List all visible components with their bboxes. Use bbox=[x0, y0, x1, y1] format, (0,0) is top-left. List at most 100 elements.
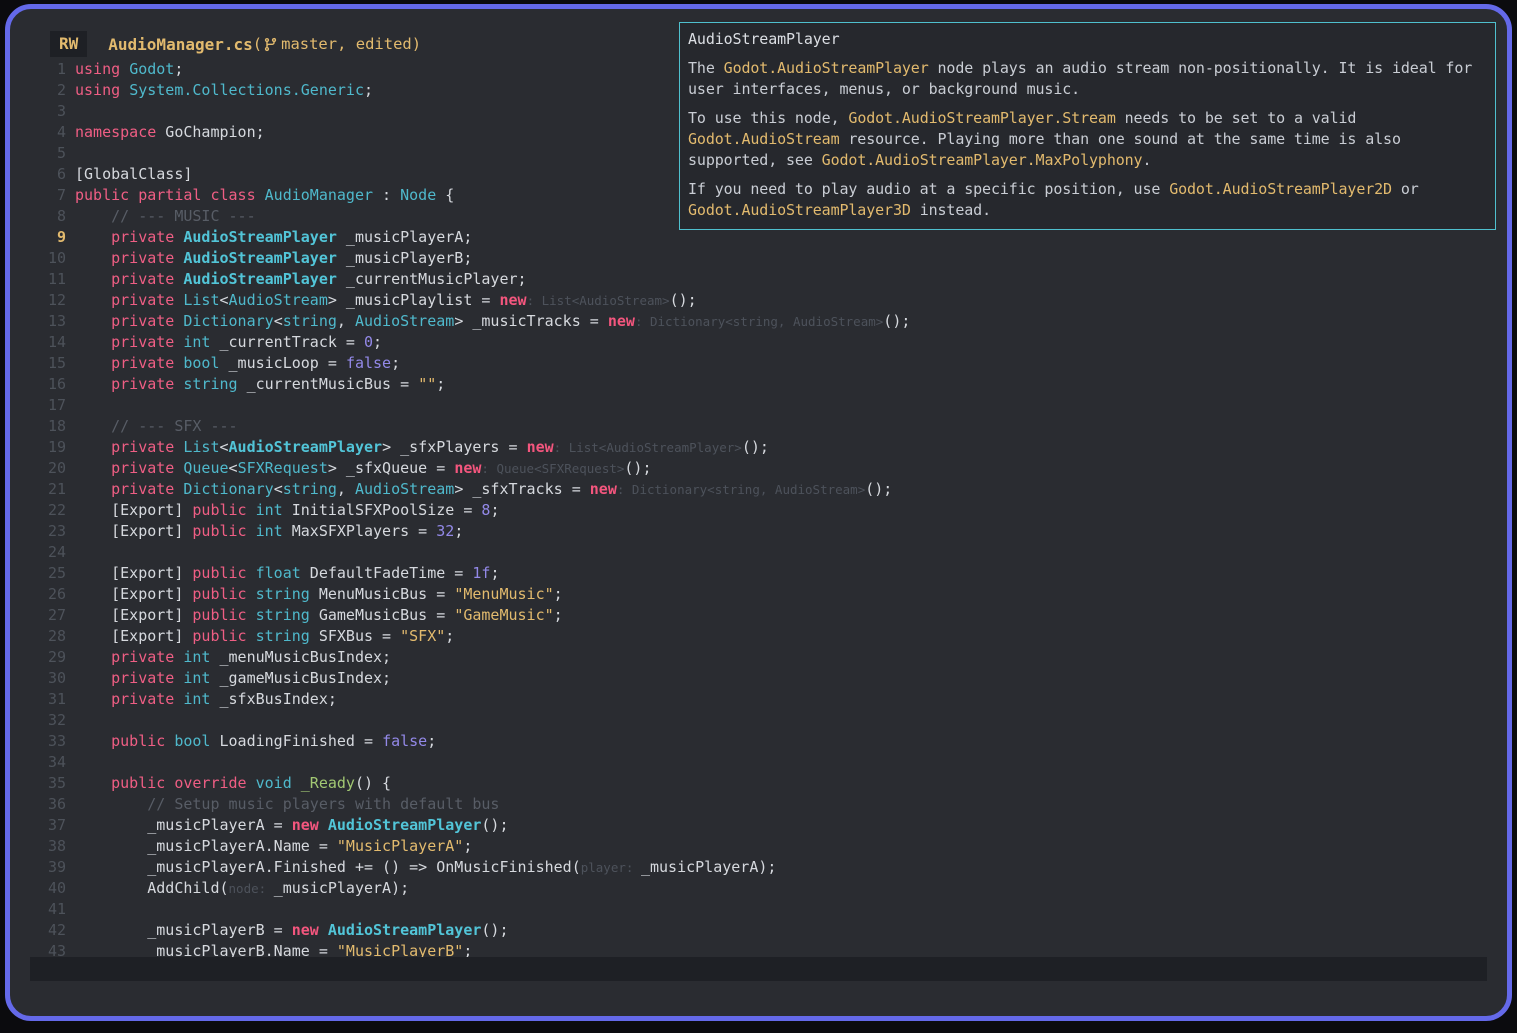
token-ty: List bbox=[183, 438, 220, 456]
modeline[interactable]: -:--- AudioManager.cs Top L9 Git:master … bbox=[30, 957, 1487, 981]
token-pl: ; bbox=[553, 606, 563, 624]
token-pl: GameMusicBus = bbox=[309, 606, 455, 624]
token-pl: LoadingFinished = bbox=[210, 732, 383, 750]
token-pl: ; bbox=[454, 522, 464, 540]
code-line-33[interactable]: 33 public bool LoadingFinished = false; bbox=[10, 731, 1507, 752]
code-text: private AudioStreamPlayer _musicPlayerA; bbox=[75, 227, 472, 248]
token-kw: public bbox=[192, 522, 247, 540]
line-number: 23 bbox=[47, 522, 66, 540]
code-line-23[interactable]: 23 [Export] public int MaxSFXPlayers = 3… bbox=[10, 521, 1507, 542]
code-line-27[interactable]: 27 [Export] public string GameMusicBus =… bbox=[10, 605, 1507, 626]
code-text: private bool _musicLoop = false; bbox=[75, 353, 400, 374]
code-text: public partial class AudioManager : Node… bbox=[75, 185, 454, 206]
code-line-26[interactable]: 26 [Export] public string MenuMusicBus =… bbox=[10, 584, 1507, 605]
code-text: public override void _Ready() { bbox=[75, 773, 391, 794]
code-text: // Setup music players with default bus bbox=[75, 794, 499, 815]
token-str: "GameMusic" bbox=[454, 606, 554, 624]
code-line-28[interactable]: 28 [Export] public string SFXBus = "SFX"… bbox=[10, 626, 1507, 647]
code-line-42[interactable]: 42 _musicPlayerB = new AudioStreamPlayer… bbox=[10, 920, 1507, 941]
code-text: private int _menuMusicBusIndex; bbox=[75, 647, 391, 668]
code-line-40[interactable]: 40 AddChild(node: _musicPlayerA); bbox=[10, 878, 1507, 899]
code-line-18[interactable]: 18 // --- SFX --- bbox=[10, 416, 1507, 437]
code-line-39[interactable]: 39 _musicPlayerA.Finished += () => OnMus… bbox=[10, 857, 1507, 878]
code-line-32[interactable]: 32 bbox=[10, 710, 1507, 731]
token-num: 0 bbox=[364, 333, 374, 351]
token-ty: Queue bbox=[183, 459, 229, 477]
token-ty: string bbox=[282, 312, 337, 330]
code-line-12[interactable]: 12 private List<AudioStream> _musicPlayl… bbox=[10, 290, 1507, 311]
token-pl: (); bbox=[865, 480, 893, 498]
token-pl: (); bbox=[624, 459, 652, 477]
code-line-15[interactable]: 15 private bool _musicLoop = false; bbox=[10, 353, 1507, 374]
token-num: false bbox=[382, 732, 428, 750]
code-text: public bool LoadingFinished = false; bbox=[75, 731, 436, 752]
token-ty: int bbox=[255, 522, 283, 540]
code-line-35[interactable]: 35 public override void _Ready() { bbox=[10, 773, 1507, 794]
token-pl: > _sfxTracks = bbox=[454, 480, 590, 498]
line-number: 7 bbox=[56, 186, 66, 204]
code-text: [Export] public float DefaultFadeTime = … bbox=[75, 563, 499, 584]
line-number: 3 bbox=[56, 102, 66, 120]
token-kwb: new bbox=[454, 459, 482, 477]
code-line-11[interactable]: 11 private AudioStreamPlayer _currentMus… bbox=[10, 269, 1507, 290]
line-number: 15 bbox=[47, 354, 66, 372]
code-line-10[interactable]: 10 private AudioStreamPlayer _musicPlaye… bbox=[10, 248, 1507, 269]
code-line-37[interactable]: 37 _musicPlayerA = new AudioStreamPlayer… bbox=[10, 815, 1507, 836]
token-pl: InitialSFXPoolSize = bbox=[282, 501, 482, 519]
code-line-16[interactable]: 16 private string _currentMusicBus = ""; bbox=[10, 374, 1507, 395]
code-line-34[interactable]: 34 bbox=[10, 752, 1507, 773]
token-pl: ; bbox=[490, 564, 500, 582]
line-number: 41 bbox=[47, 900, 66, 918]
token-tyb: AudioStreamPlayer bbox=[228, 438, 383, 456]
token-ty: float bbox=[255, 564, 301, 582]
token-kw: private bbox=[111, 312, 175, 330]
code-line-17[interactable]: 17 bbox=[10, 395, 1507, 416]
code-line-22[interactable]: 22 [Export] public int InitialSFXPoolSiz… bbox=[10, 500, 1507, 521]
paren-open: ( bbox=[252, 35, 263, 53]
token-ty: System.Collections.Generic bbox=[129, 81, 364, 99]
code-line-25[interactable]: 25 [Export] public float DefaultFadeTime… bbox=[10, 563, 1507, 584]
token-pl: [Export] bbox=[75, 564, 193, 582]
token-kw: private bbox=[111, 459, 175, 477]
line-number: 22 bbox=[47, 501, 66, 519]
line-number: 6 bbox=[56, 165, 66, 183]
code-line-20[interactable]: 20 private Queue<SFXRequest> _sfxQueue =… bbox=[10, 458, 1507, 479]
token-pl: _musicPlayerA); bbox=[640, 858, 777, 876]
token-pl: [Export] bbox=[75, 522, 193, 540]
token-pop: The bbox=[688, 59, 724, 77]
code-line-24[interactable]: 24 bbox=[10, 542, 1507, 563]
branch-info: ( master, edited ) bbox=[253, 35, 421, 53]
line-number: 19 bbox=[47, 438, 66, 456]
code-line-13[interactable]: 13 private Dictionary<string, AudioStrea… bbox=[10, 311, 1507, 332]
code-line-31[interactable]: 31 private int _sfxBusIndex; bbox=[10, 689, 1507, 710]
code-line-21[interactable]: 21 private Dictionary<string, AudioStrea… bbox=[10, 479, 1507, 500]
code-line-41[interactable]: 41 bbox=[10, 899, 1507, 920]
line-number: 8 bbox=[56, 207, 66, 225]
token-kwb: new bbox=[607, 312, 635, 330]
token-pop: needs to be set to a valid bbox=[1115, 109, 1357, 127]
line-number: 5 bbox=[56, 144, 66, 162]
code-line-19[interactable]: 19 private List<AudioStreamPlayer> _sfxP… bbox=[10, 437, 1507, 458]
code-text: _musicPlayerB = new AudioStreamPlayer(); bbox=[75, 920, 508, 941]
token-ty: AudioStream bbox=[228, 291, 328, 309]
line-number: 11 bbox=[47, 270, 66, 288]
token-pl: { bbox=[436, 186, 455, 204]
line-number: 29 bbox=[47, 648, 66, 666]
code-line-29[interactable]: 29 private int _menuMusicBusIndex; bbox=[10, 647, 1507, 668]
code-line-30[interactable]: 30 private int _gameMusicBusIndex; bbox=[10, 668, 1507, 689]
token-ty: int bbox=[183, 648, 211, 666]
code-line-38[interactable]: 38 _musicPlayerA.Name = "MusicPlayerA"; bbox=[10, 836, 1507, 857]
code-line-36[interactable]: 36 // Setup music players with default b… bbox=[10, 794, 1507, 815]
token-pl: ; bbox=[436, 375, 446, 393]
code-line-14[interactable]: 14 private int _currentTrack = 0; bbox=[10, 332, 1507, 353]
code-line-9[interactable]: 9 private AudioStreamPlayer _musicPlayer… bbox=[10, 227, 1507, 248]
